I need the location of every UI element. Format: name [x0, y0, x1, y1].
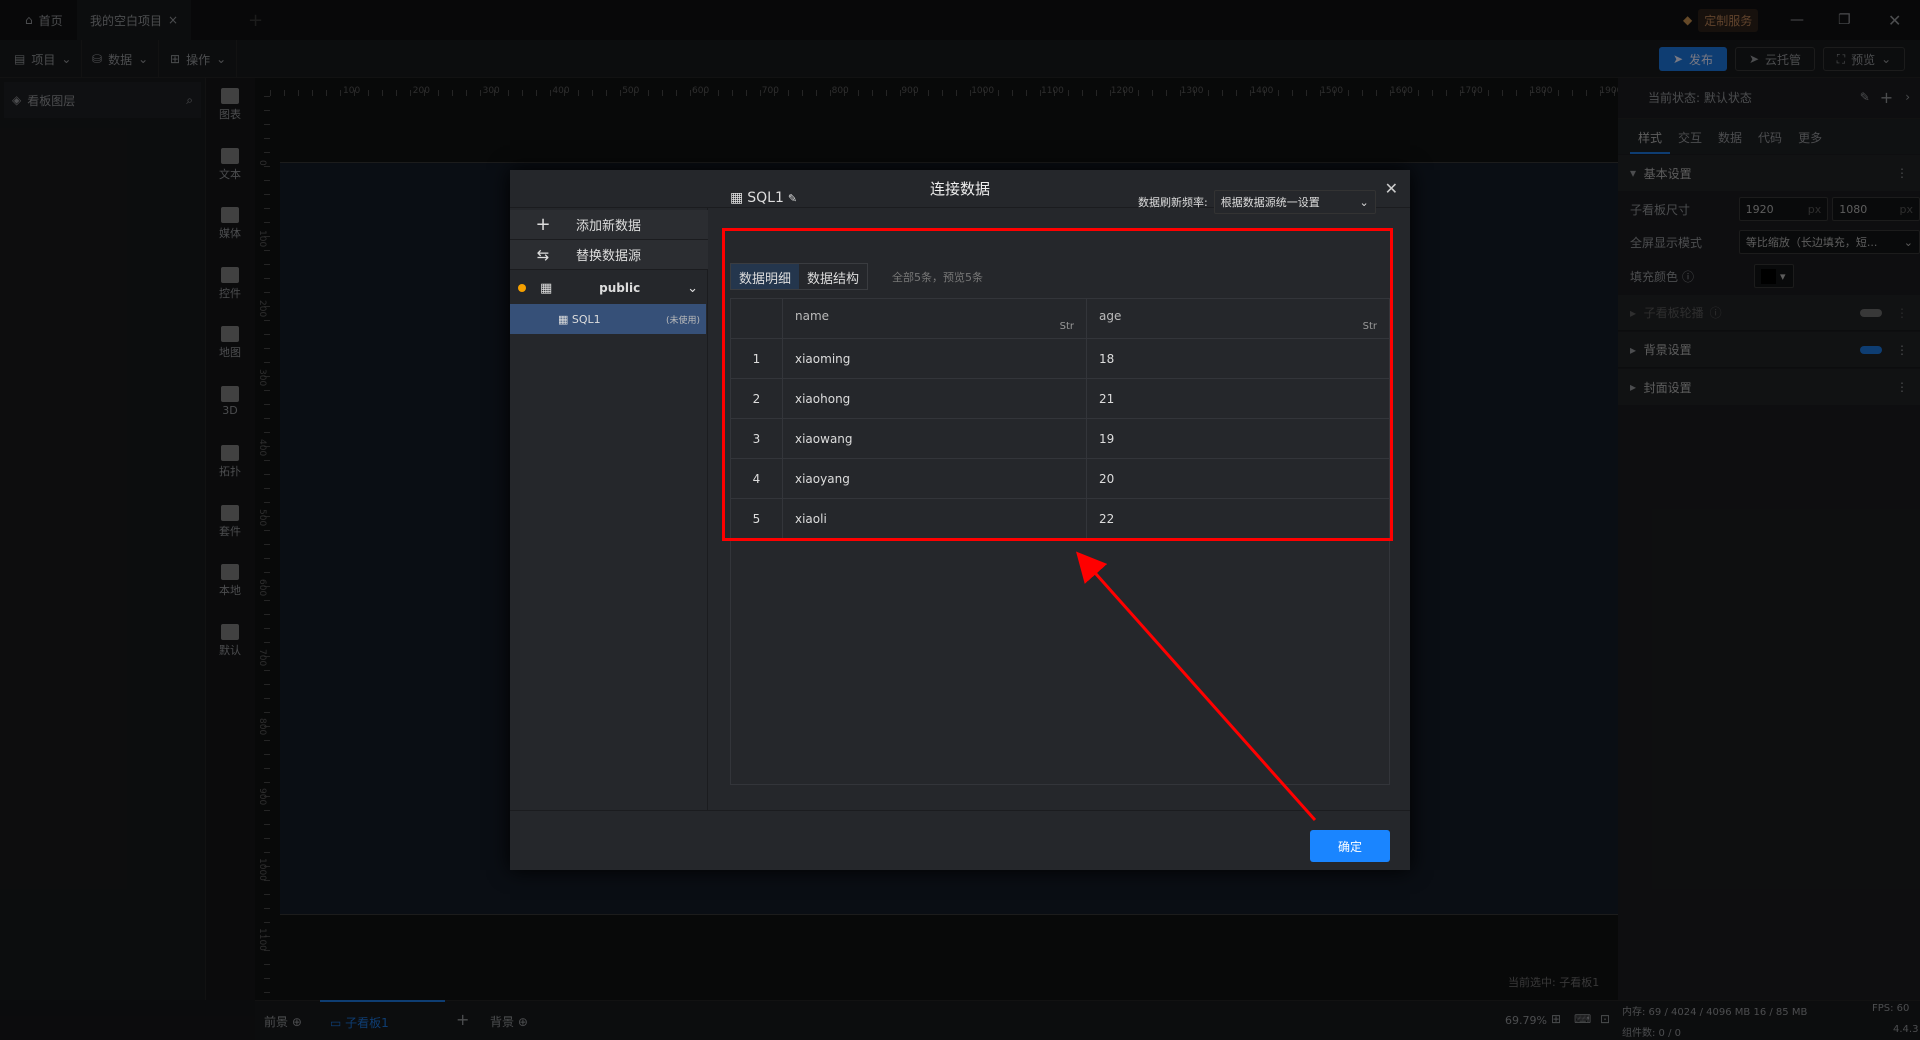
annotation-arrow	[1076, 551, 1317, 821]
arrow-line	[1076, 551, 1317, 821]
